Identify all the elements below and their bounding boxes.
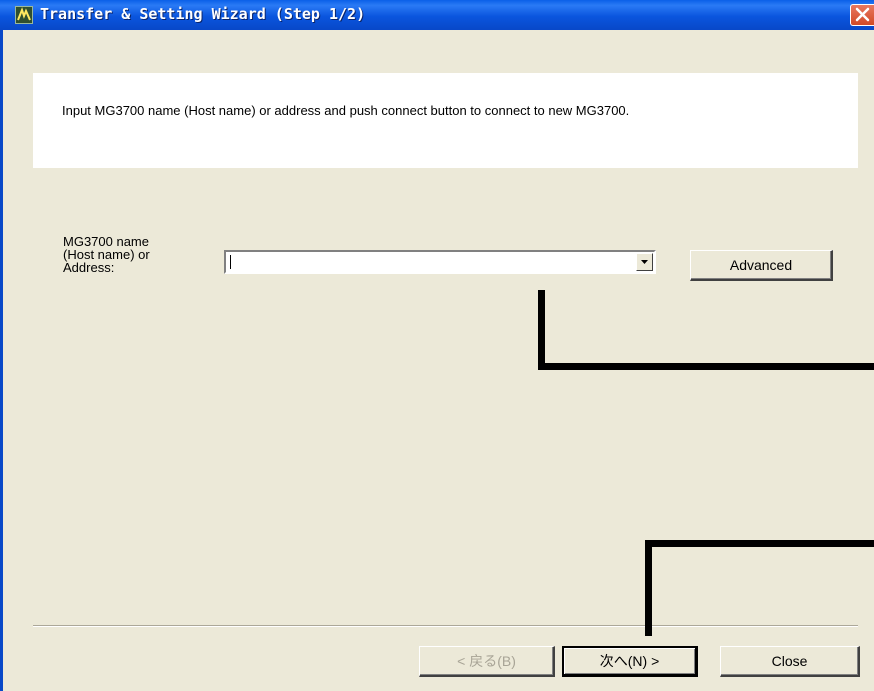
window-border (0, 30, 3, 691)
callout-line-next-horizontal (645, 540, 874, 547)
callout-line-host-horizontal (538, 363, 874, 370)
text-caret (230, 255, 231, 269)
title-bar[interactable]: Transfer & Setting Wizard (Step 1/2) (0, 0, 874, 30)
callout-line-host-vertical (538, 290, 545, 370)
wizard-app-icon (15, 6, 33, 24)
host-address-input[interactable] (228, 253, 632, 271)
close-icon[interactable] (850, 4, 874, 26)
footer-divider-highlight (33, 626, 858, 627)
host-name-label: MG3700 name (Host name) or Address: (63, 235, 213, 274)
callout-line-next-vertical (645, 540, 652, 636)
close-button[interactable]: Close (720, 646, 860, 677)
instruction-panel: Input MG3700 name (Host name) or address… (33, 73, 858, 168)
host-label-line-3: Address: (63, 260, 115, 275)
host-address-combobox[interactable] (224, 250, 656, 274)
window-title: Transfer & Setting Wizard (Step 1/2) (40, 5, 366, 23)
next-button[interactable]: 次へ(N) > (562, 646, 698, 677)
instruction-text: Input MG3700 name (Host name) or address… (62, 103, 630, 118)
advanced-button[interactable]: Advanced (690, 250, 833, 281)
back-button[interactable]: < 戻る(B) (419, 646, 555, 677)
chevron-down-icon[interactable] (636, 253, 653, 271)
